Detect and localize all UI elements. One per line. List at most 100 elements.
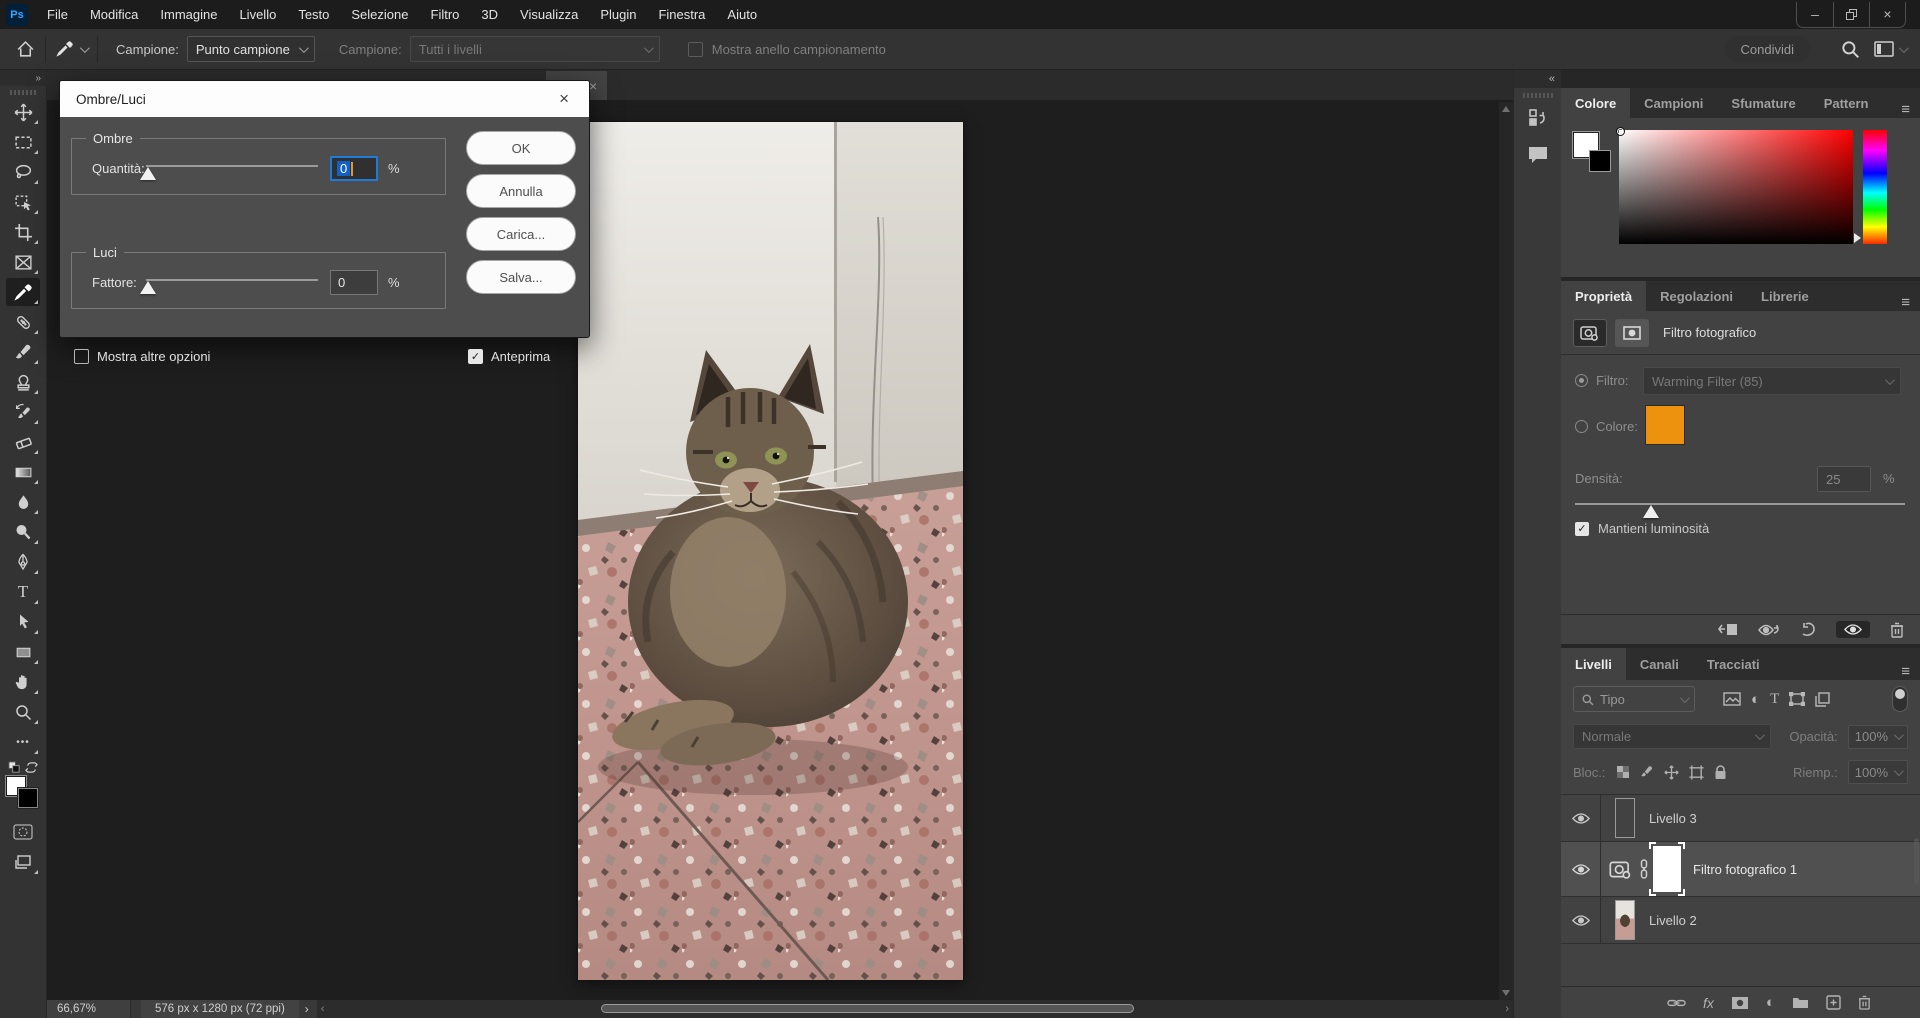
filter-pixel-layers-icon[interactable]	[1723, 692, 1741, 706]
tab-proprieta[interactable]: Proprietà	[1561, 281, 1646, 311]
home-button[interactable]	[16, 40, 35, 59]
frame-tool[interactable]	[6, 248, 40, 276]
menu-immagine[interactable]: Immagine	[149, 0, 228, 29]
menu-aiuto[interactable]: Aiuto	[716, 0, 768, 29]
tab-livelli[interactable]: Livelli	[1561, 648, 1626, 680]
filter-smart-objects-icon[interactable]	[1815, 692, 1830, 707]
density-slider-track[interactable]	[1575, 503, 1905, 505]
zoom-tool[interactable]	[6, 698, 40, 726]
show-more-options-checkbox[interactable]	[74, 349, 89, 364]
layer-row-livello-3[interactable]: Livello 3	[1561, 795, 1920, 842]
tab-pattern[interactable]: Pattern	[1810, 88, 1883, 118]
layer-name[interactable]: Filtro fotografico 1	[1693, 862, 1797, 877]
menu-modifica[interactable]: Modifica	[79, 0, 149, 29]
add-mask-icon[interactable]	[1731, 996, 1749, 1010]
panel-scrollbar[interactable]	[1914, 838, 1919, 884]
lock-all-icon[interactable]	[1714, 765, 1727, 780]
tab-regolazioni[interactable]: Regolazioni	[1646, 281, 1747, 311]
menu-plugin[interactable]: Plugin	[589, 0, 647, 29]
toolbar-grip[interactable]	[10, 90, 36, 95]
comments-button[interactable]	[1521, 140, 1555, 170]
layer-name[interactable]: Livello 2	[1649, 913, 1697, 928]
panel-menu-icon[interactable]: ≡	[1891, 101, 1920, 118]
screen-mode-button[interactable]	[6, 848, 40, 876]
scroll-up-icon[interactable]	[1502, 106, 1510, 112]
blur-tool[interactable]	[6, 488, 40, 516]
restore-button[interactable]	[1833, 2, 1869, 27]
link-layers-icon[interactable]	[1667, 997, 1686, 1009]
share-button[interactable]: Condividi	[1725, 36, 1810, 62]
history-brush-tool[interactable]	[6, 398, 40, 426]
menu-file[interactable]: File	[36, 0, 79, 29]
highlights-amount-slider[interactable]	[146, 273, 318, 293]
preview-checkbox[interactable]: ✓	[468, 349, 483, 364]
layer-row-filtro-fotografico-1[interactable]: Filtro fotografico 1	[1561, 842, 1920, 897]
hue-slider[interactable]	[1863, 130, 1887, 244]
pen-tool[interactable]	[6, 548, 40, 576]
menu-filtro[interactable]: Filtro	[420, 0, 471, 29]
layer-name[interactable]: Livello 3	[1649, 811, 1697, 826]
save-button[interactable]: Salva...	[466, 260, 576, 294]
healing-brush-tool[interactable]	[6, 308, 40, 336]
default-colors-icon[interactable]	[8, 761, 21, 774]
saturation-brightness-field[interactable]	[1619, 130, 1853, 244]
status-expand-icon[interactable]: ›	[305, 1002, 309, 1016]
delete-icon[interactable]	[1890, 622, 1904, 638]
canvas-horizontal-scrollbar[interactable]: ‹ ›	[317, 1000, 1513, 1018]
menu-selezione[interactable]: Selezione	[340, 0, 419, 29]
menu-finestra[interactable]: Finestra	[647, 0, 716, 29]
mask-link-icon[interactable]	[1639, 859, 1649, 879]
minimize-button[interactable]: –	[1797, 2, 1833, 27]
foreground-background-colors[interactable]	[6, 776, 40, 810]
tab-tracciati[interactable]: Tracciati	[1693, 648, 1774, 680]
tab-campioni[interactable]: Campioni	[1630, 88, 1717, 118]
menu-3d[interactable]: 3D	[470, 0, 509, 29]
collapse-panels-button[interactable]: «	[1514, 70, 1561, 88]
close-button[interactable]: ×	[1869, 2, 1905, 27]
scroll-down-icon[interactable]	[1502, 990, 1510, 996]
edit-toolbar-button[interactable]: •••	[6, 728, 40, 756]
cancel-button[interactable]: Annulla	[466, 174, 576, 208]
lock-artboard-icon[interactable]	[1689, 765, 1704, 780]
layer-mask-button[interactable]	[1615, 319, 1649, 347]
density-slider-thumb[interactable]	[1643, 505, 1659, 518]
layer-row-livello-2[interactable]: Livello 2	[1561, 897, 1920, 944]
workspace-switcher[interactable]	[1874, 41, 1906, 57]
tab-canali[interactable]: Canali	[1626, 648, 1693, 680]
new-layer-icon[interactable]	[1826, 995, 1841, 1010]
shadows-amount-slider[interactable]	[146, 159, 318, 179]
lasso-tool[interactable]	[6, 158, 40, 186]
layer-filter-toggle[interactable]	[1892, 686, 1908, 712]
slider-thumb[interactable]	[140, 281, 156, 294]
load-button[interactable]: Carica...	[466, 217, 576, 251]
path-selection-tool[interactable]	[6, 608, 40, 636]
layer-thumbnail[interactable]	[1615, 798, 1635, 838]
lock-pixels-icon[interactable]	[1640, 765, 1654, 779]
dodge-tool[interactable]	[6, 518, 40, 546]
hand-tool[interactable]	[6, 668, 40, 696]
tab-close-icon[interactable]: ×	[589, 78, 597, 94]
swap-colors-icon[interactable]	[25, 761, 38, 774]
adjustment-layer-button[interactable]	[1573, 319, 1607, 347]
version-history-button[interactable]	[1521, 104, 1555, 134]
menu-livello[interactable]: Livello	[228, 0, 287, 29]
shadows-amount-input[interactable]: 0	[330, 156, 378, 181]
horizontal-scroll-thumb[interactable]	[601, 1004, 1134, 1013]
visibility-toggle-button[interactable]	[1836, 621, 1870, 638]
zoom-level-field[interactable]: 66,67%	[47, 1000, 131, 1018]
scroll-right-icon[interactable]: ›	[1505, 1003, 1509, 1015]
gradient-tool[interactable]	[6, 458, 40, 486]
layer-mask-thumbnail[interactable]	[1653, 846, 1681, 892]
menu-testo[interactable]: Testo	[287, 0, 340, 29]
eyedropper-tool[interactable]	[6, 278, 40, 306]
layer-visibility-toggle[interactable]	[1561, 795, 1601, 841]
tab-sfumature[interactable]: Sfumature	[1717, 88, 1809, 118]
object-selection-tool[interactable]	[6, 188, 40, 216]
panel-menu-icon[interactable]: ≡	[1891, 294, 1920, 311]
layer-visibility-toggle[interactable]	[1561, 897, 1601, 943]
brush-tool[interactable]	[6, 338, 40, 366]
tab-librerie[interactable]: Librerie	[1747, 281, 1823, 311]
dialog-close-icon[interactable]: ×	[555, 89, 573, 109]
ok-button[interactable]: OK	[466, 131, 576, 165]
preserve-luminosity-checkbox[interactable]: ✓	[1575, 522, 1589, 536]
